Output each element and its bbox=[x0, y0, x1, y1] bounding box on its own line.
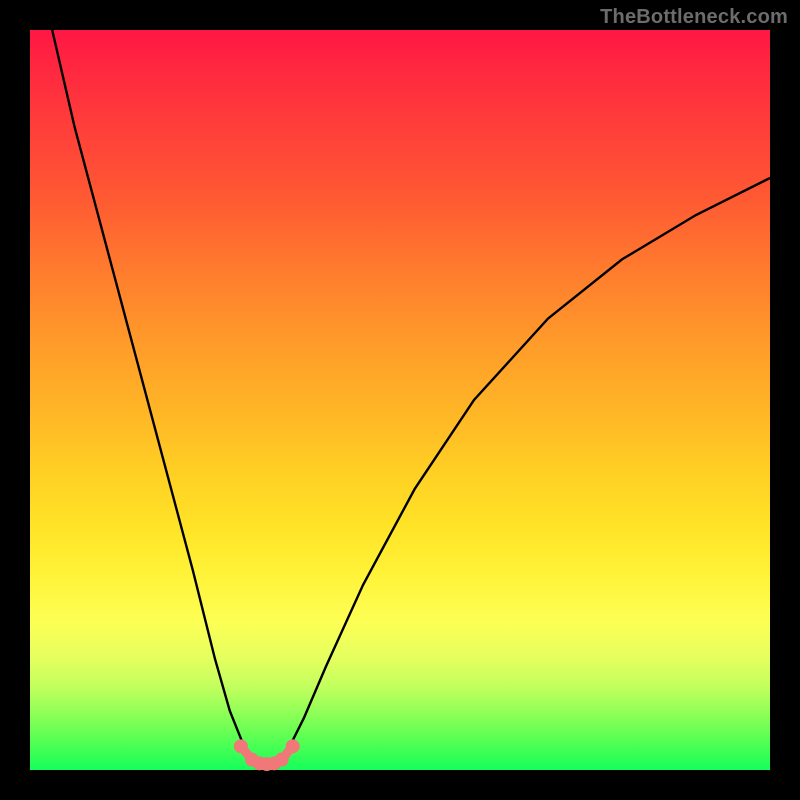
bottleneck-curve bbox=[52, 30, 770, 766]
watermark-text: TheBottleneck.com bbox=[600, 6, 788, 29]
valley-marker-dot bbox=[234, 739, 248, 753]
chart-frame: TheBottleneck.com bbox=[0, 0, 800, 800]
plot-area bbox=[30, 30, 770, 770]
curve-layer bbox=[30, 30, 770, 770]
valley-marker-dot bbox=[275, 753, 289, 767]
valley-marker-dot bbox=[286, 739, 300, 753]
